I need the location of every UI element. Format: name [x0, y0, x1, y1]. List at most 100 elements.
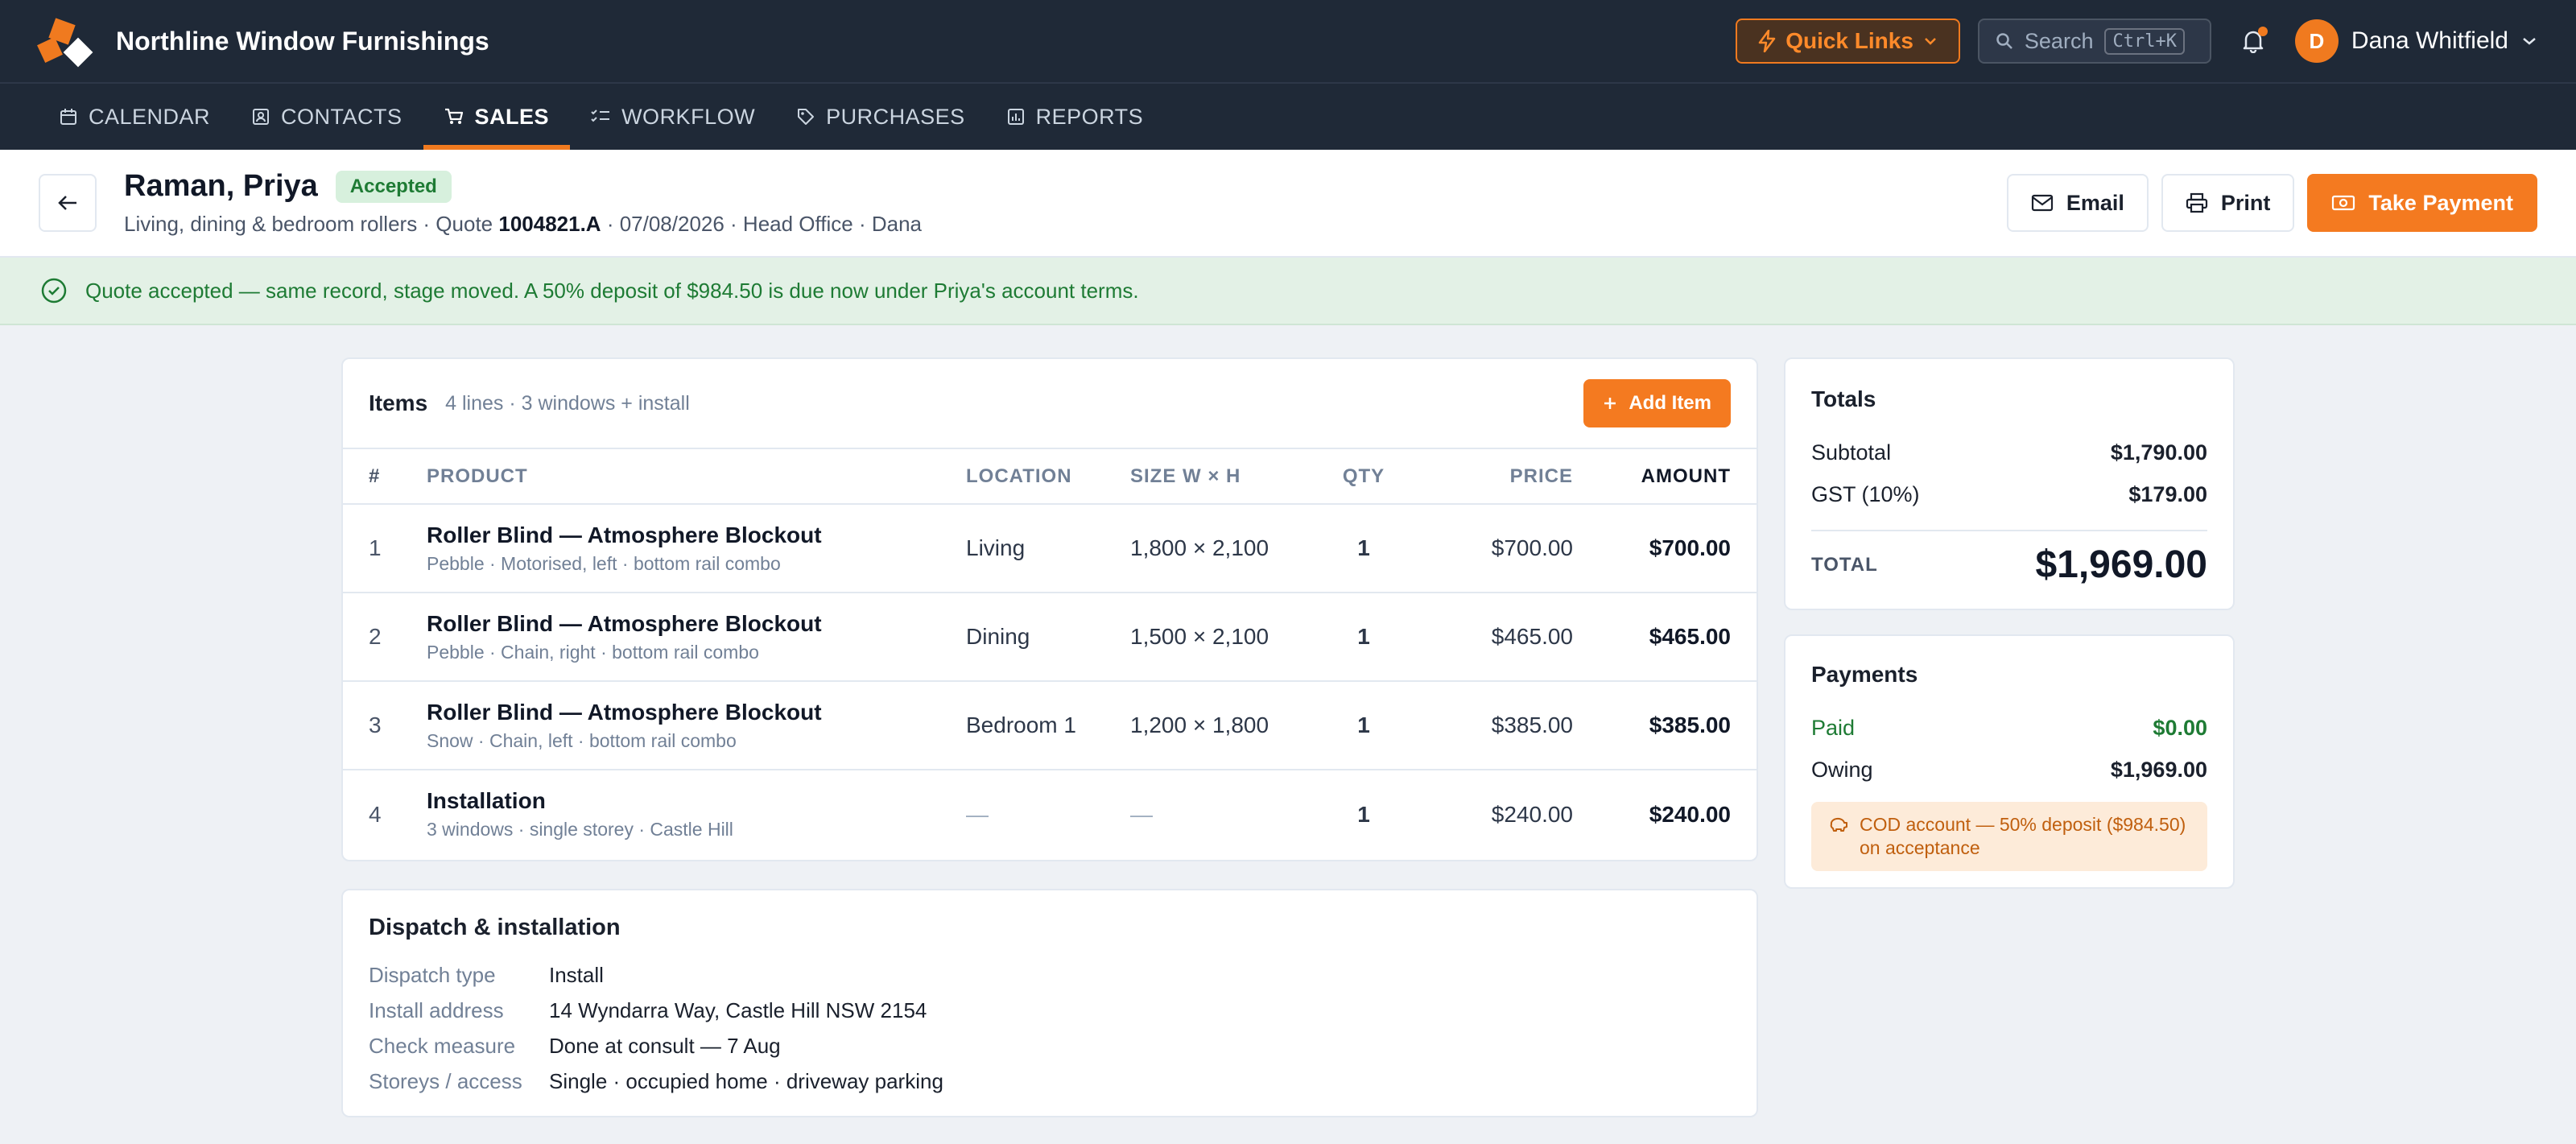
col-num[interactable]: #	[343, 449, 427, 505]
chevron-down-icon	[1925, 38, 1936, 45]
col-location[interactable]: LOCATION	[966, 449, 1130, 505]
subtotal-row: Subtotal $1,790.00	[1811, 432, 2207, 473]
location: —	[966, 801, 989, 827]
payments-card: Payments Paid $0.00 Owing $1,969.00 COD ac…	[1784, 634, 2235, 889]
add-item-label: Add Item	[1629, 392, 1711, 414]
calendar-icon	[60, 109, 76, 125]
email-button[interactable]: Email	[2006, 174, 2149, 232]
total-label: TOTAL	[1811, 553, 1878, 576]
dispatch-row: Install address 14 Wyndarra Way, Castle H…	[369, 993, 1731, 1028]
table-row[interactable]: 3 Roller Blind — Atmosphere Blockout Snow…	[343, 681, 1757, 770]
mail-icon	[2031, 194, 2053, 212]
cart-icon	[444, 108, 463, 124]
nav-sales-label: SALES	[474, 104, 550, 129]
quote-number: 1004821.A	[498, 212, 601, 236]
total-value: $1,969.00	[2035, 543, 2207, 586]
col-amount[interactable]: AMOUNT	[1573, 449, 1757, 505]
nav-purchases-label: PURCHASES	[826, 104, 965, 129]
totals-divider	[1811, 530, 2207, 531]
subtitle-prefix: Living, dining & bedroom rollers · Quote	[124, 212, 499, 236]
back-button[interactable]	[39, 174, 97, 232]
success-banner: Quote accepted — same record, stage move…	[0, 258, 2576, 325]
add-item-button[interactable]: Add Item	[1583, 379, 1731, 427]
items-table: # PRODUCT LOCATION SIZE W × H QTY PRICE …	[343, 449, 1757, 858]
row-number: 4	[369, 801, 382, 827]
print-label: Print	[2220, 190, 2271, 215]
table-row[interactable]: 1 Roller Blind — Atmosphere Blockout Pebb…	[343, 504, 1757, 593]
search-input[interactable]: Search Ctrl+K	[1977, 19, 2211, 64]
nav-workflow[interactable]: WORKFLOW	[570, 84, 776, 150]
avatar: D	[2294, 19, 2339, 63]
owing-row: Owing $1,969.00	[1811, 749, 2207, 791]
gst-label: GST (10%)	[1811, 481, 1920, 506]
nav-sales[interactable]: SALES	[423, 84, 571, 150]
nav-reports[interactable]: REPORTS	[986, 84, 1165, 150]
total-row: TOTAL $1,969.00	[1811, 543, 2207, 587]
subtotal-label: Subtotal	[1811, 440, 1892, 465]
quick-links-button[interactable]: Quick Links	[1736, 19, 1960, 64]
arrow-left-icon	[58, 196, 76, 210]
take-payment-label: Take Payment	[2368, 190, 2513, 215]
location: Bedroom 1	[966, 681, 1130, 770]
price: $700.00	[1404, 504, 1573, 593]
nav-purchases[interactable]: PURCHASES	[776, 84, 986, 150]
dispatch-value: Single · occupied home · driveway parkin…	[549, 1068, 943, 1093]
notification-dot	[2257, 27, 2268, 36]
product-desc: Pebble · Chain, right · bottom rail comb…	[427, 641, 759, 663]
brand-logo[interactable]	[37, 18, 100, 68]
col-qty[interactable]: QTY	[1323, 449, 1404, 505]
contacts-icon	[253, 109, 270, 125]
user-menu[interactable]: D Dana Whitfield	[2294, 19, 2537, 63]
items-title: Items	[369, 390, 428, 415]
chevron-down-icon	[2523, 38, 2536, 45]
table-row[interactable]: 4 Installation 3 windows · single storey …	[343, 770, 1757, 858]
search-placeholder: Search	[2024, 28, 2094, 53]
payments-title: Payments	[1811, 662, 1918, 687]
col-size[interactable]: SIZE W × H	[1130, 449, 1323, 505]
subtotal-value: $1,790.00	[2110, 440, 2207, 465]
product-desc: 3 windows · single storey · Castle Hill	[427, 819, 733, 840]
print-button[interactable]: Print	[2161, 174, 2295, 232]
product-desc: Pebble · Motorised, left · bottom rail c…	[427, 552, 781, 574]
printer-icon	[2186, 192, 2207, 213]
dispatch-label: Dispatch type	[369, 962, 496, 987]
size: 1,200 × 1,800	[1130, 681, 1323, 770]
brand-name[interactable]: Northline Window Furnishings	[116, 27, 489, 56]
title-block: Raman, Priya Accepted Living, dining & b…	[124, 169, 922, 237]
product-name: Roller Blind — Atmosphere Blockout	[427, 610, 822, 636]
paid-value: $0.00	[2153, 715, 2207, 740]
notifications-button[interactable]	[2229, 19, 2277, 64]
nav-calendar[interactable]: CALENDAR	[39, 84, 231, 150]
take-payment-button[interactable]: Take Payment	[2307, 174, 2537, 232]
amount: $385.00	[1573, 681, 1757, 770]
check-circle-icon	[41, 278, 67, 304]
product-name: Roller Blind — Atmosphere Blockout	[427, 522, 822, 547]
nav-contacts-label: CONTACTS	[281, 104, 402, 129]
row-number: 1	[343, 504, 427, 593]
search-shortcut: Ctrl+K	[2104, 27, 2185, 55]
col-price[interactable]: PRICE	[1404, 449, 1573, 505]
product-desc: Snow · Chain, left · bottom rail combo	[427, 729, 737, 751]
nav-workflow-label: WORKFLOW	[621, 104, 756, 129]
qty: 1	[1357, 801, 1370, 827]
qty: 1	[1323, 593, 1404, 682]
plus-icon	[1604, 398, 1616, 409]
dispatch-value: 14 Wyndarra Way, Castle Hill NSW 2154	[549, 997, 927, 1022]
col-product[interactable]: PRODUCT	[427, 449, 966, 505]
owing-label: Owing	[1811, 757, 1873, 782]
dispatch-label: Install address	[369, 997, 504, 1022]
row-number: 2	[343, 593, 427, 682]
quick-links-label: Quick Links	[1785, 28, 1913, 53]
items-card: Items 4 lines · 3 windows + install Add …	[341, 357, 1758, 861]
price: $240.00	[1491, 801, 1573, 827]
qty: 1	[1323, 681, 1404, 770]
location: Living	[966, 504, 1130, 593]
nav-reports-label: REPORTS	[1035, 104, 1144, 129]
nav-contacts[interactable]: CONTACTS	[231, 84, 423, 150]
size: 1,800 × 2,100	[1130, 504, 1323, 593]
lightning-icon	[1758, 30, 1776, 52]
table-row[interactable]: 2 Roller Blind — Atmosphere Blockout Pebb…	[343, 593, 1757, 682]
main-nav: CALENDAR CONTACTS SALES WORKFLOW PURCHAS…	[0, 84, 2576, 150]
totals-card: Totals Subtotal $1,790.00 GST (10%) $179.0…	[1784, 357, 2235, 610]
cash-icon	[2332, 195, 2355, 211]
